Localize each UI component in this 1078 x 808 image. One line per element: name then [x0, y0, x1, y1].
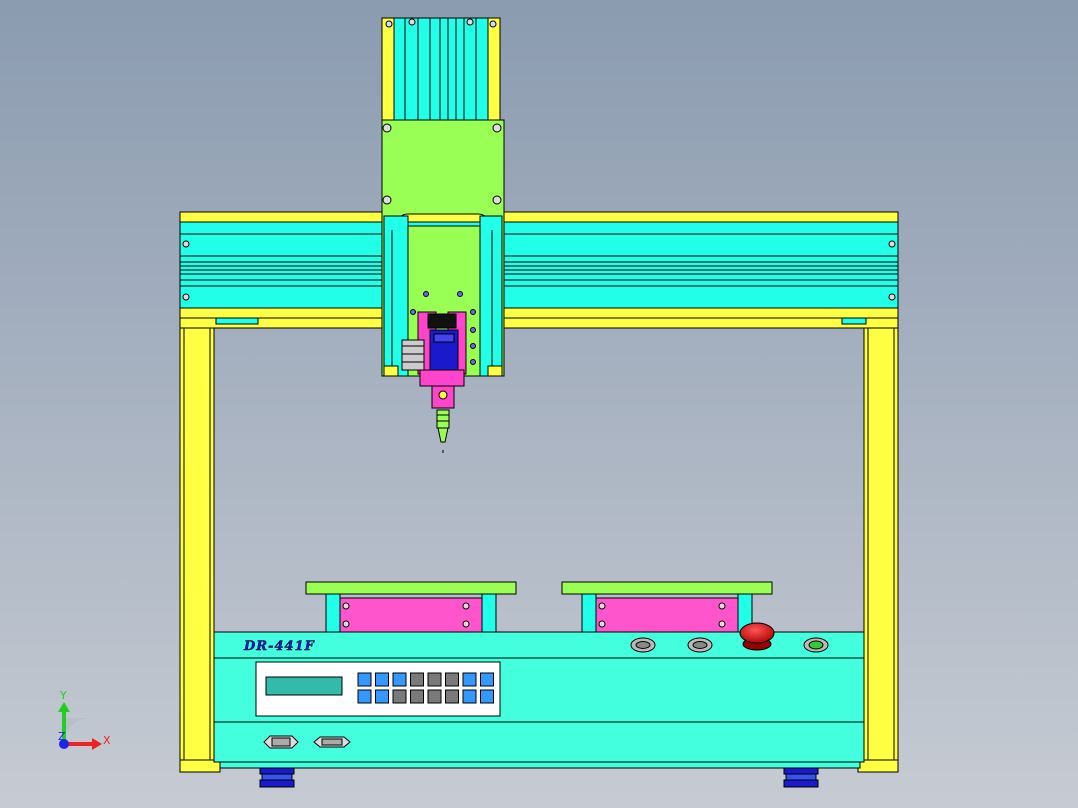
right-foot: [783, 767, 819, 788]
keypad-key[interactable]: [427, 672, 442, 687]
axis-z-label: Z: [58, 730, 66, 743]
keypad-key[interactable]: [392, 689, 407, 704]
keypad-key[interactable]: [410, 689, 424, 704]
keypad-key[interactable]: [462, 672, 477, 687]
keypad-key[interactable]: [357, 672, 372, 687]
serial-port-2[interactable]: [313, 736, 351, 748]
serial-port-1[interactable]: [263, 735, 299, 749]
axis-y-label: Y: [59, 689, 67, 702]
start-button-left[interactable]: [630, 637, 656, 653]
keypad-key[interactable]: [480, 689, 494, 704]
cad-viewport[interactable]: DR-441F Y X Z: [0, 0, 1078, 808]
axis-x-label: X: [103, 734, 111, 747]
left-fixture: [305, 581, 517, 635]
keypad-key[interactable]: [445, 672, 459, 687]
keypad-key[interactable]: [462, 689, 477, 704]
machine-model-label: DR-441F: [243, 639, 315, 654]
keypad-key[interactable]: [445, 689, 459, 704]
keypad-key[interactable]: [375, 672, 389, 687]
right-fixture: [561, 581, 773, 635]
keypad-key[interactable]: [410, 672, 424, 687]
keypad-key[interactable]: [480, 672, 494, 687]
keypad-key[interactable]: [375, 689, 389, 704]
power-indicator-light: [803, 637, 829, 653]
gantry-beam: [179, 211, 899, 329]
lcd-display: [265, 676, 343, 696]
emergency-stop-button[interactable]: [739, 622, 775, 651]
keypad-key[interactable]: [357, 689, 372, 704]
start-button-right[interactable]: [687, 637, 713, 653]
left-foot: [259, 767, 295, 788]
keypad-key[interactable]: [392, 672, 407, 687]
keypad-key[interactable]: [427, 689, 442, 704]
z-axis-motor-column: [381, 17, 501, 121]
